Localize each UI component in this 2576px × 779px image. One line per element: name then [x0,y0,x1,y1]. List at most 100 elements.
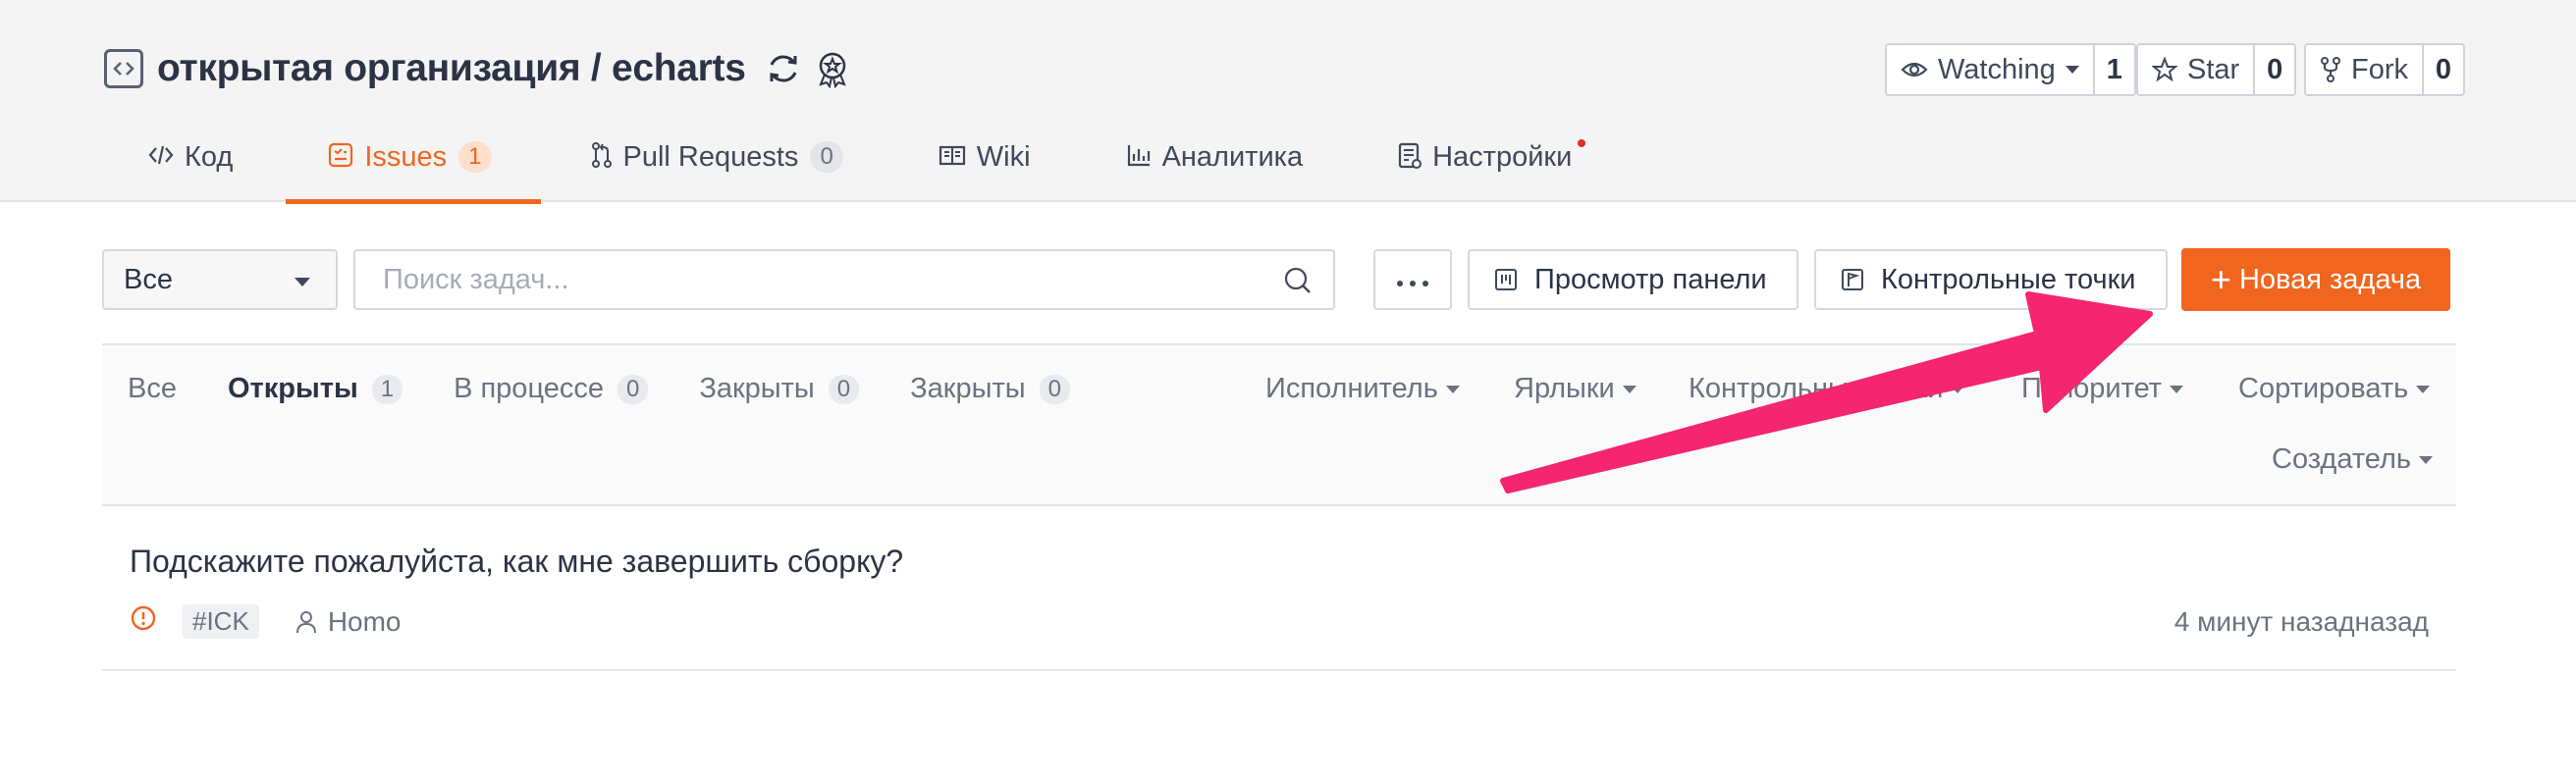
tab-wiki[interactable]: Wiki [938,128,1031,202]
user-icon [295,610,316,633]
award-badge-icon[interactable] [813,49,852,88]
status-tab-in-progress[interactable]: В процессе 0 [454,373,649,405]
status-tab-open[interactable]: Открыты 1 [227,373,403,405]
search-icon[interactable] [1282,265,1314,301]
filter-creator-label: Создатель [2272,443,2411,475]
code-icon [147,141,175,169]
milestones-label: Контрольные точки [1881,263,2136,295]
filter-labels-label: Ярлыки [1514,373,1615,404]
new-issue-button[interactable]: + Новая задача [2181,248,2450,311]
filter-sort[interactable]: Сортировать [2238,373,2431,405]
board-view-label: Просмотр панели [1534,263,1767,295]
fork-button[interactable]: Fork 0 [2304,43,2465,96]
plus-icon: + [2210,259,2231,299]
status-tab-open-count: 1 [371,374,403,404]
status-tab-closed[interactable]: Закрыты 0 [699,373,860,405]
status-tab-rejected-count: 0 [1039,374,1070,404]
tab-analytics-label: Аналитика [1161,141,1304,173]
filter-labels[interactable]: Ярлыки [1514,373,1637,405]
star-icon [2152,57,2177,82]
settings-doc-icon [1397,141,1422,171]
issue-meta: #ICK Homo [130,604,402,639]
open-issue-icon [130,604,157,639]
watch-button[interactable]: Watching 1 [1885,43,2136,96]
status-tab-open-label: Открыты [227,373,358,404]
repo-header: открытая организация / echarts Watching … [0,0,2576,204]
status-tabs: Все Открыты 1 В процессе 0 Закрыты 0 Зак… [128,373,1121,405]
filter-assignee[interactable]: Исполнитель [1265,373,1460,405]
chevron-down-icon [2416,385,2431,393]
issue-row[interactable]: Подскажите пожалуйста, как мне завершить… [102,506,2456,671]
search-box[interactable] [353,249,1335,310]
more-options-button[interactable] [1373,249,1452,310]
tab-code[interactable]: Код [147,128,233,202]
issue-id[interactable]: #ICK [183,604,259,639]
chevron-down-icon [2065,66,2079,74]
status-tab-closed-count: 0 [828,374,860,404]
repo-tabs: Код Issues 1 Pull Requests 0 Wiki Аналит… [147,128,1586,204]
star-label: Star [2187,53,2240,85]
filter-milestones[interactable]: Контрольные точки [1689,373,1965,405]
tab-issues-label: Issues [364,141,448,173]
fork-label: Fork [2351,53,2408,85]
repo-name[interactable]: открытая организация / echarts [157,47,746,90]
notification-dot [1578,139,1586,147]
star-button[interactable]: Star 0 [2136,43,2297,96]
filter-assignee-label: Исполнитель [1265,373,1438,404]
new-issue-label: Новая задача [2238,263,2422,295]
status-tab-in-progress-label: В процессе [454,373,604,404]
eye-icon [1901,62,1928,78]
fork-count[interactable]: 0 [2424,45,2463,94]
status-tab-rejected-label: Закрыты [910,373,1026,404]
chevron-down-icon [295,278,310,286]
repo-code-icon [104,49,143,88]
tab-wiki-label: Wiki [976,141,1031,173]
bar-chart-icon [1125,141,1153,169]
filter-creator[interactable]: Создатель [2272,443,2433,476]
star-count[interactable]: 0 [2255,45,2294,94]
milestone-flag-icon [1840,267,1865,292]
status-tab-rejected[interactable]: Закрыты 0 [910,373,1070,405]
issue-title[interactable]: Подскажите пожалуйста, как мне завершить… [130,544,903,580]
issues-icon [327,141,354,169]
chevron-down-icon [1622,385,1637,393]
board-icon [1493,267,1519,292]
tab-issues-count: 1 [458,141,492,173]
watch-count[interactable]: 1 [2095,45,2134,94]
tab-settings-label: Настройки [1432,141,1573,173]
tab-analytics[interactable]: Аналитика [1125,128,1304,202]
issue-author[interactable]: Homo [295,606,402,638]
status-tab-closed-label: Закрыты [699,373,815,404]
milestones-button[interactable]: Контрольные точки [1814,249,2168,310]
filter-milestones-label: Контрольные точки [1689,373,1944,404]
status-tab-all[interactable]: Все [128,373,177,405]
tab-pull-requests[interactable]: Pull Requests 0 [590,128,843,202]
chevron-down-icon [2418,455,2433,464]
issue-time: 4 минут назадназад [2174,606,2429,637]
tab-settings[interactable]: Настройки [1397,128,1586,202]
sync-icon[interactable] [764,49,803,88]
ellipsis-icon [1395,264,1430,296]
watch-label: Watching [1938,53,2056,85]
issue-author-name: Homo [327,605,402,637]
issue-scope-value: Все [124,263,173,295]
board-view-button[interactable]: Просмотр панели [1468,249,1798,310]
status-tab-all-label: Все [128,373,177,404]
chevron-down-icon [1951,385,1965,393]
chevron-down-icon [1445,385,1460,393]
repo-title: открытая организация / echarts [104,39,852,98]
book-icon [938,141,967,169]
filter-sort-label: Сортировать [2238,373,2409,404]
filter-priority[interactable]: Приоритет [2021,373,2184,405]
chevron-down-icon [2170,385,2184,393]
status-tab-in-progress-count: 0 [617,374,649,404]
issues-filter-panel: Все Открыты 1 В процессе 0 Закрыты 0 Зак… [102,343,2456,506]
fork-icon [2321,57,2340,82]
tab-pull-requests-label: Pull Requests [622,141,799,173]
tab-pull-requests-count: 0 [810,141,843,173]
tab-issues[interactable]: Issues 1 [286,128,541,204]
filter-priority-label: Приоритет [2021,373,2163,404]
search-input[interactable] [383,263,1266,296]
pull-request-icon [590,141,614,169]
issue-scope-select[interactable]: Все [102,249,338,310]
